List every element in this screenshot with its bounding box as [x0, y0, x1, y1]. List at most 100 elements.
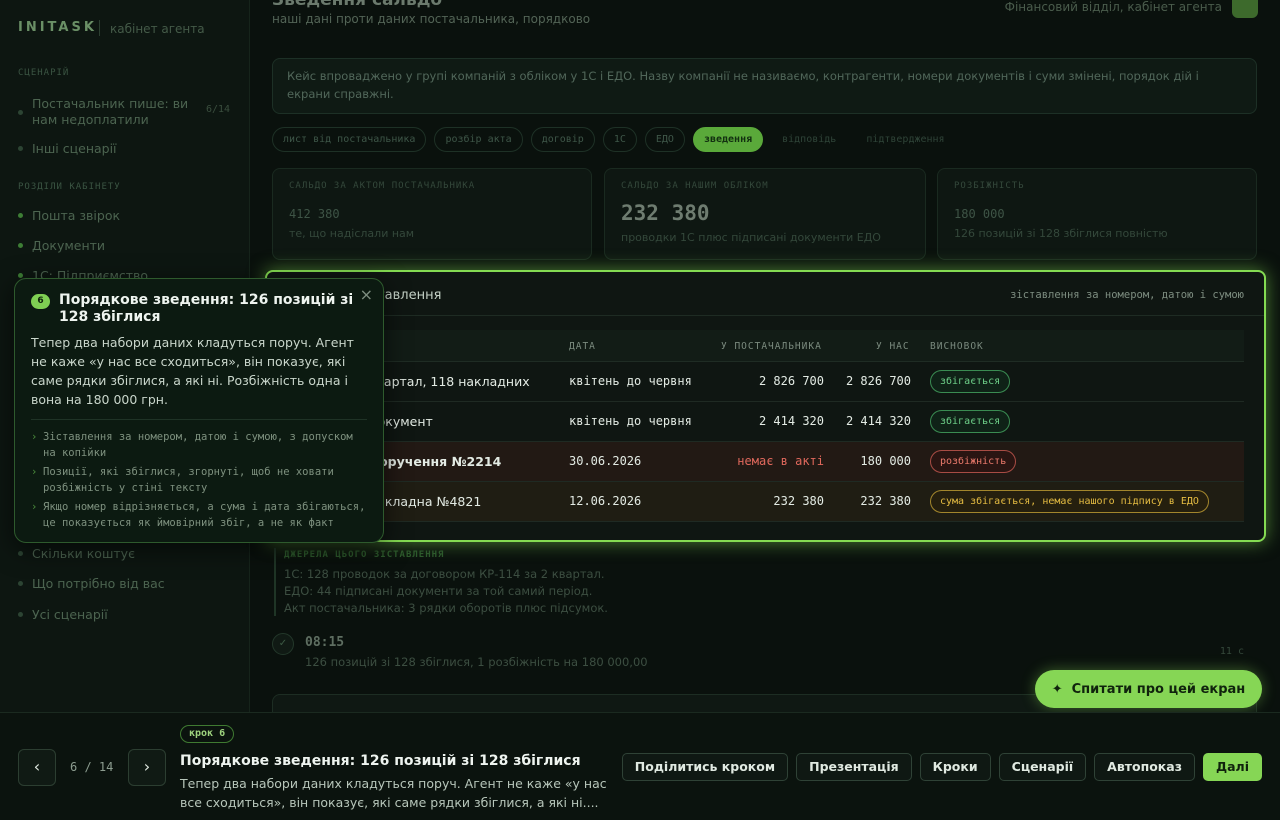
sidebar-item-label: Що потрібно від вас [32, 576, 165, 591]
table-row[interactable]: квартал, 118 накладних квітень до червня… [281, 362, 1244, 402]
cell-date: 12.06.2026 [569, 494, 642, 508]
chevron-right-icon: › [31, 501, 38, 513]
sidebar-item-label: Постачальник пише: ви нам недоплатили [32, 96, 189, 127]
cell-ours: 2 826 700 [845, 374, 911, 388]
step-number-badge: 6 [31, 294, 50, 309]
tour-actions: Поділитись кроком Презентація Кроки Сцен… [621, 753, 1262, 781]
source-line: Акт постачальника: 3 рядки оборотів плюс… [284, 601, 608, 615]
step-tag: крок 6 [180, 725, 235, 743]
sources-divider [274, 548, 276, 616]
panel-header: Порядкове зіставлення зіставлення за ном… [267, 272, 1264, 316]
card-subtext: 126 позицій зі 128 збіглися повністю [954, 227, 1168, 240]
sidebar-section-office: РОЗДІЛИ КАБІНЕТУ [18, 182, 121, 192]
card-our-balance: САЛЬДО ЗА НАШИМ ОБЛІКОМ 232 380 проводки… [604, 168, 926, 260]
column-supplier: У ПОСТАЧАЛЬНИКА [721, 341, 822, 352]
sidebar-item-requirements[interactable]: Що потрібно від вас [18, 576, 165, 591]
card-value: 412 380 [289, 207, 340, 221]
chip-contract[interactable]: договір [530, 127, 595, 152]
dot-icon [18, 551, 23, 556]
cell-document: накладна №4821 [369, 494, 482, 509]
share-step-button[interactable]: Поділитись кроком [621, 753, 789, 781]
card-subtext: проводки 1С плюс підписані документи ЕДО [621, 231, 881, 244]
source-line: ЕДО: 44 підписані документи за той самий… [284, 584, 593, 598]
chip-edo[interactable]: ЕДО [644, 127, 685, 152]
cell-ours: 2 414 320 [845, 414, 911, 428]
close-icon[interactable]: × [360, 285, 373, 304]
brand-subtitle: кабінет агента [110, 22, 205, 36]
table-row[interactable]: документ квітень до червня 2 414 320 2 4… [281, 402, 1244, 442]
presentation-button[interactable]: Презентація [796, 753, 912, 781]
column-ours: У НАС [876, 341, 910, 352]
table-header: ДАТА У ПОСТАЧАЛЬНИКА У НАС ВИСНОВОК [281, 330, 1244, 362]
scenario-step-count: 6/14 [206, 104, 231, 115]
sidebar-item-all-scenarios[interactable]: Усі сценарії [18, 607, 108, 622]
prev-step-button[interactable]: ‹ [18, 749, 56, 786]
card-value: 232 380 [621, 201, 710, 225]
step-description: Тепер два набори даних кладуться поруч. … [180, 776, 607, 810]
dot-icon [18, 146, 23, 151]
cell-supplier: 232 380 [773, 494, 824, 508]
sparkle-icon: ✦ [1051, 681, 1063, 697]
card-label: САЛЬДО ЗА АКТОМ ПОСТАЧАЛЬНИКА [289, 181, 476, 191]
list-item: › Якщо номер відрізняється, а сума і дата… [31, 499, 367, 531]
chip-summary[interactable]: зведення [692, 127, 764, 152]
bullet-text: Зіставлення за номером, датою і сумою, з… [43, 431, 353, 459]
tour-bottom-bar: ‹ 6 / 14 › крок 6 Порядкове зведення: 12… [0, 712, 1280, 820]
card-value: 180 000 [954, 207, 1005, 221]
timeline-duration: 11 с [1219, 646, 1244, 657]
chip-1c[interactable]: 1С [602, 127, 637, 152]
sidebar-item-other-scenarios[interactable]: Інші сценарії [18, 141, 117, 156]
dot-icon [18, 581, 23, 586]
card-label: РОЗБІЖНІСТЬ [954, 181, 1025, 191]
sidebar-item-mail[interactable]: Пошта звірок [18, 208, 120, 223]
chip-act-review[interactable]: розбір акта [434, 127, 523, 152]
autoplay-button[interactable]: Автопоказ [1094, 753, 1195, 781]
chip-reply[interactable]: відповідь [771, 127, 847, 152]
cell-supplier: 2 414 320 [758, 414, 824, 428]
steps-button[interactable]: Кроки [919, 753, 991, 781]
avatar[interactable] [1232, 0, 1258, 18]
sidebar-item-documents[interactable]: Документи [18, 238, 105, 253]
timeline-summary: 126 позицій зі 128 збіглися, 1 розбіжніс… [305, 655, 648, 669]
next-button[interactable]: Далі [1202, 753, 1262, 781]
sidebar-item-label: Документи [32, 238, 106, 253]
check-icon: ✓ [272, 633, 294, 655]
sources-label: ДЖЕРЕЛА ЦЬОГО ЗІСТАВЛЕННЯ [284, 550, 445, 560]
status-badge: сума збігається, немає нашого підпису в … [930, 490, 1209, 513]
cell-date: квітень до червня [569, 374, 692, 388]
step-counter: 6 / 14 [70, 760, 114, 774]
table-row[interactable]: накладна №4821 12.06.2026 232 380 232 38… [281, 482, 1244, 522]
sidebar-item-label: Інші сценарії [32, 141, 117, 156]
column-conclusion: ВИСНОВОК [930, 341, 984, 352]
popover-divider [31, 419, 367, 420]
cell-supplier: 2 826 700 [758, 374, 824, 388]
brand-divider [99, 20, 100, 36]
chevron-right-icon: › [31, 431, 38, 443]
dot-icon [18, 213, 23, 218]
list-item: › Зіставлення за номером, датою і сумою, … [31, 429, 367, 461]
card-supplier-balance: САЛЬДО ЗА АКТОМ ПОСТАЧАЛЬНИКА 412 380 те… [272, 168, 592, 260]
bullet-text: Якщо номер відрізняється, а сума і дата … [43, 501, 366, 529]
table-row[interactable]: доручення №2214 30.06.2026 немає в акті … [281, 442, 1244, 482]
sidebar-item-pricing[interactable]: Скільки коштує [18, 546, 135, 561]
next-step-arrow-button[interactable]: › [128, 749, 166, 786]
chip-confirmation[interactable]: підтвердження [855, 127, 955, 152]
card-subtext: те, що надіслали нам [289, 227, 415, 240]
column-date: ДАТА [569, 341, 596, 352]
ask-about-screen-button[interactable]: ✦ Спитати про цей екран [1035, 670, 1262, 708]
status-badge: збігається [930, 410, 1011, 433]
scenarios-button[interactable]: Сценарії [998, 753, 1087, 781]
workspace-label: Фінансовий відділ, кабінет агента [1004, 0, 1222, 14]
chip-supplier-letter[interactable]: лист від постачальника [272, 127, 427, 152]
status-badge: збігається [930, 370, 1011, 393]
ask-button-label: Спитати про цей екран [1071, 681, 1246, 697]
popover-body: Тепер два набори даних кладуться поруч. … [31, 335, 354, 407]
sidebar-section-scenario: СЦЕНАРІЙ [18, 68, 70, 78]
page-title: Зведення сальдо [272, 0, 443, 10]
sidebar-item-label: Усі сценарії [32, 607, 108, 622]
dot-icon [18, 109, 23, 115]
sidebar-item-current-scenario[interactable]: Постачальник пише: ви нам недоплатили [18, 96, 203, 128]
bullet-text: Позиції, які збіглися, згорнуті, щоб не … [43, 466, 334, 494]
cell-ours: 180 000 [860, 454, 911, 468]
popover-bullets: › Зіставлення за номером, датою і сумою, … [31, 429, 367, 534]
